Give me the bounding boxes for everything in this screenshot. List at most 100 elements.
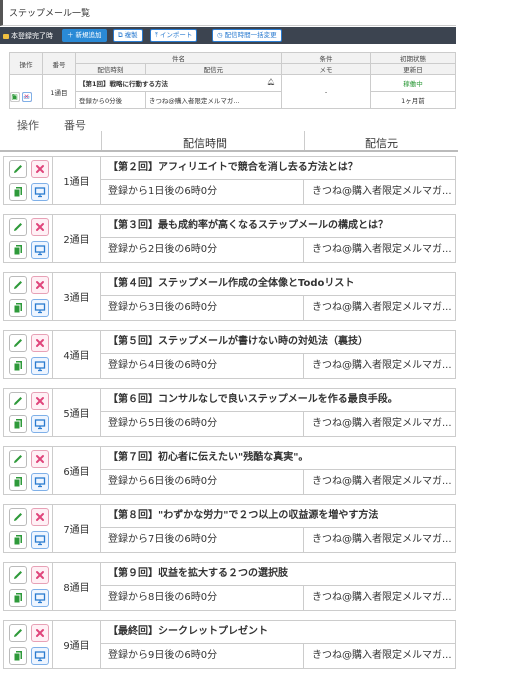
copy-button[interactable] <box>9 589 27 607</box>
row-subject[interactable]: 【第３回】最も成約率が高くなるステップメールの構成とは？ <box>101 214 456 238</box>
upload-icon: ⤒ <box>155 31 158 39</box>
row-subject[interactable]: 【第５回】ステップメールが書けない時の対処法（裏技） <box>101 330 456 354</box>
row-number: 2通目 <box>53 214 101 263</box>
edit-button[interactable] <box>9 160 27 178</box>
test-send-button[interactable] <box>31 357 49 375</box>
row-sender: きつね@購入者限定メルマガ... <box>304 412 456 437</box>
mini-header-sender: 配信元 <box>144 63 283 75</box>
copy-button[interactable] <box>9 531 27 549</box>
trigger-status: 本登録完了時 <box>3 31 53 41</box>
pencil-icon <box>14 397 22 405</box>
delete-button[interactable] <box>31 160 49 178</box>
row-sender: きつね@購入者限定メルマガ... <box>304 354 456 379</box>
new-button[interactable]: ＋ 新規追加 <box>62 29 107 42</box>
copy-button[interactable] <box>9 415 27 433</box>
table-row: 6通目 【第７回】初心者に伝えたい"残酷な真実"。 登録から6日後の6時0分 きつね@… <box>0 445 458 495</box>
row-send-time: 登録から6日後の6時0分 <box>101 470 304 495</box>
row-ops <box>3 330 53 379</box>
import-button[interactable]: ⤒ インポート <box>150 29 198 42</box>
mini-copy-button[interactable]: ▣ <box>9 91 20 102</box>
row-send-time: 登録から8日後の6時0分 <box>101 586 304 611</box>
test-send-button[interactable] <box>31 531 49 549</box>
header-divider <box>101 131 102 150</box>
row-subject[interactable]: 【第６回】コンサルなしで良いステップメールを作る最良手段。 <box>101 388 456 412</box>
row-send-time: 登録から2日後の6時0分 <box>101 238 304 263</box>
row-number: 6通目 <box>53 446 101 495</box>
delete-button[interactable] <box>31 508 49 526</box>
copy-icon <box>13 303 22 314</box>
edit-button[interactable] <box>9 508 27 526</box>
mail-icon <box>3 33 9 39</box>
mini-header-memo: メモ <box>281 63 371 75</box>
row-subject[interactable]: 【第９回】収益を拡大する２つの選択肢 <box>101 562 456 586</box>
bell-icon: 🔔︎ <box>266 78 275 86</box>
test-send-button[interactable] <box>31 589 49 607</box>
copy-button[interactable] <box>9 241 27 259</box>
edit-button[interactable] <box>9 334 27 352</box>
delete-button[interactable] <box>31 334 49 352</box>
row-subject[interactable]: 【第２回】アフィリエイトで競合を消し去る方法とは？ <box>101 156 456 180</box>
delete-button[interactable] <box>31 392 49 410</box>
monitor-icon <box>34 419 46 430</box>
copy-button[interactable] <box>9 473 27 491</box>
table-row: 9通目 【最終回】シークレットプレゼント 登録から9日後の6時0分 きつね@購入者限定… <box>0 619 458 669</box>
x-icon <box>36 629 44 637</box>
copy-button[interactable] <box>9 299 27 317</box>
copy-button[interactable] <box>9 357 27 375</box>
edit-button[interactable] <box>9 276 27 294</box>
row-subject[interactable]: 【第７回】初心者に伝えたい"残酷な真実"。 <box>101 446 456 470</box>
test-send-button[interactable] <box>31 647 49 665</box>
edit-button[interactable] <box>9 624 27 642</box>
row-sender: きつね@購入者限定メルマガ... <box>304 296 456 321</box>
header-ops: 操作 <box>17 119 39 132</box>
test-send-button[interactable] <box>31 241 49 259</box>
edit-button[interactable] <box>9 392 27 410</box>
mini-row-subject-cell[interactable]: 【第1回】戦略に行動する方法 🔔︎ <box>75 74 282 92</box>
pencil-icon <box>14 339 22 347</box>
mini-header-subject: 件名 <box>75 52 282 64</box>
pencil-icon <box>14 571 22 579</box>
test-send-button[interactable] <box>31 473 49 491</box>
row-number: 9通目 <box>53 620 101 669</box>
delete-button[interactable] <box>31 218 49 236</box>
test-send-button[interactable] <box>31 415 49 433</box>
row-number: 1通目 <box>53 156 101 205</box>
test-send-button[interactable] <box>31 183 49 201</box>
row-send-time: 登録から3日後の6時0分 <box>101 296 304 321</box>
delete-button[interactable] <box>31 276 49 294</box>
table-row: 5通目 【第６回】コンサルなしで良いステップメールを作る最良手段。 登録から5日後の… <box>0 387 458 437</box>
copy-icon <box>13 651 22 662</box>
mini-row-status: 稼働中 <box>370 74 456 92</box>
test-send-button[interactable] <box>31 299 49 317</box>
delete-button[interactable] <box>31 624 49 642</box>
row-sender: きつね@購入者限定メルマガ... <box>304 586 456 611</box>
x-icon <box>36 397 44 405</box>
row-subject[interactable]: 【最終回】シークレットプレゼント <box>101 620 456 644</box>
bulk-time-button[interactable]: ◷ 配信時間一括変更 <box>212 29 282 42</box>
bulk-time-button-label: 配信時間一括変更 <box>224 31 277 39</box>
row-sender: きつね@購入者限定メルマガ... <box>304 644 456 669</box>
delete-button[interactable] <box>31 566 49 584</box>
row-ops <box>3 620 53 669</box>
edit-button[interactable] <box>9 218 27 236</box>
copy-button[interactable] <box>9 647 27 665</box>
table-row: 8通目 【第９回】収益を拡大する２つの選択肢 登録から8日後の6時0分 きつね@購入者… <box>0 561 458 611</box>
x-icon <box>36 571 44 579</box>
row-subject[interactable]: 【第８回】"わずかな労力"で２つ以上の収益源を増やす方法 <box>101 504 456 528</box>
edit-button[interactable] <box>9 450 27 468</box>
copy-icon <box>13 593 22 604</box>
row-ops <box>3 562 53 611</box>
monitor-icon <box>34 477 46 488</box>
x-icon <box>36 223 44 231</box>
delete-button[interactable] <box>31 450 49 468</box>
row-ops <box>3 156 53 205</box>
copy-icon <box>13 187 22 198</box>
row-subject[interactable]: 【第４回】ステップメール作成の全体像とTodoリスト <box>101 272 456 296</box>
copy-button[interactable]: ⧉ 複製 <box>113 29 143 42</box>
copy-button[interactable] <box>9 183 27 201</box>
plus-icon: ＋ <box>67 31 74 39</box>
mini-test-button[interactable]: ▭ <box>21 91 32 102</box>
clock-icon: ◷ <box>217 31 223 39</box>
edit-button[interactable] <box>9 566 27 584</box>
table-row: 7通目 【第８回】"わずかな労力"で２つ以上の収益源を増やす方法 登録から7日後の6… <box>0 503 458 553</box>
